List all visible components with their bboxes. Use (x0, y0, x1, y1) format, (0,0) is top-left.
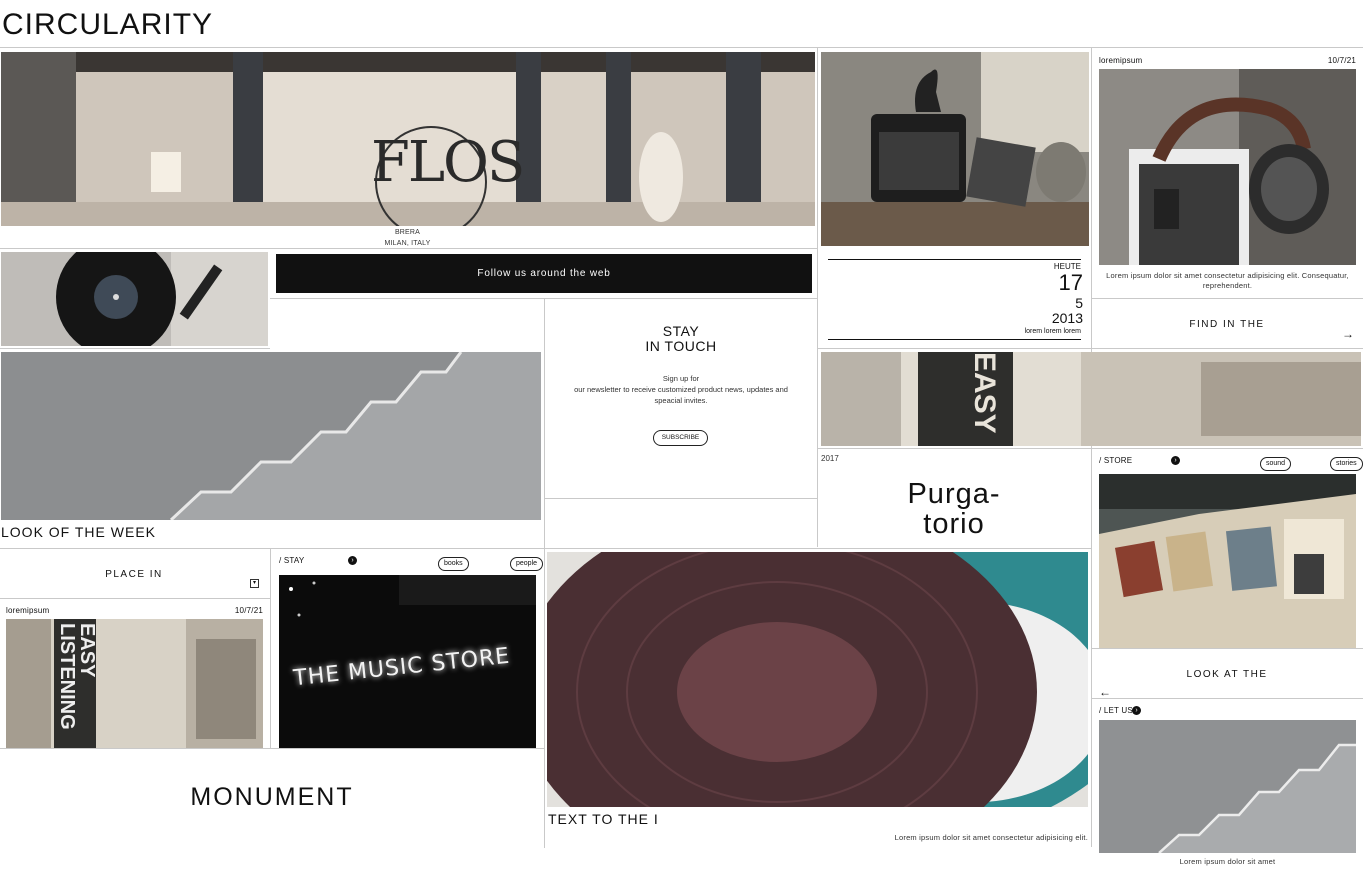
easy-listening-image[interactable]: EASY LISTENING (6, 619, 263, 748)
divider (0, 748, 544, 749)
calendar-top-rule (828, 259, 1081, 260)
easy-sign-wide: EASY (968, 352, 1001, 434)
divider (1091, 47, 1092, 847)
look-of-the-week-title[interactable]: LOOK OF THE WEEK (1, 524, 156, 540)
easy-card-date: 10/7/21 (234, 606, 263, 615)
hero-caption-city: BRERA (394, 229, 421, 236)
divider (1091, 648, 1363, 649)
divider (817, 448, 1363, 449)
calendar-year: 2013 (1051, 310, 1083, 326)
newsletter-text-2: our newsletter to receive customized pro… (574, 385, 788, 394)
newsletter-text: Sign up for (662, 374, 700, 383)
divider (1091, 298, 1363, 299)
listening-sign: LISTENING (56, 623, 78, 730)
storefront-sign: FLOS (371, 130, 525, 195)
easy-listening-wide-image[interactable]: EASY (821, 352, 1361, 446)
headphones-card-text: Lorem ipsum dolor sit amet consectetur a… (1106, 271, 1349, 280)
let-us-card-tag: / LET US (1099, 706, 1133, 715)
arrow-right-circle-icon[interactable]: › (348, 556, 357, 565)
arrow-right-icon[interactable]: → (1342, 327, 1354, 341)
arrow-right-circle-icon[interactable]: › (1171, 456, 1180, 465)
divider (544, 498, 817, 499)
divider (0, 248, 817, 249)
divider (0, 47, 1363, 48)
divider (1091, 698, 1363, 699)
divider (0, 348, 270, 349)
music-card-tag: / STAY (279, 556, 305, 565)
divider (0, 598, 270, 599)
chevron-down-box-icon[interactable]: ▾ (250, 579, 259, 588)
arrow-left-icon[interactable]: ← (1099, 685, 1111, 699)
divider (817, 47, 818, 547)
follow-us-button[interactable]: Follow us around the web (276, 254, 812, 293)
vinyl-feature-text: Lorem ipsum dolor sit amet consectetur a… (894, 833, 1088, 842)
divider (270, 548, 271, 748)
calendar-day: 17 (1058, 270, 1083, 295)
let-us-card-caption: Lorem ipsum dolor sit amet (1179, 857, 1276, 866)
newsletter-title: STAY (662, 323, 700, 339)
headphones-card-tag: loremipsum (1099, 56, 1143, 65)
store-card-tag: / STORE (1099, 456, 1133, 465)
record-store-image[interactable] (1099, 474, 1356, 648)
calendar-month: 5 (1075, 295, 1083, 311)
calendar-footer: lorem lorem lorem (1024, 328, 1081, 335)
place-in-link[interactable]: PLACE IN (0, 569, 268, 580)
calendar-bottom-rule (828, 339, 1081, 340)
divider (817, 348, 1363, 349)
headphones-card-text-2: reprehendent. (1202, 281, 1253, 290)
divider (0, 548, 1091, 549)
hero-caption-location: MILAN, ITALY (384, 240, 431, 247)
vinyl-feature-title[interactable]: TEXT TO THE I (548, 811, 659, 827)
tag-stories[interactable]: stories (1330, 457, 1363, 471)
follow-us-label: Follow us around the web (477, 268, 611, 279)
tag-people[interactable]: people (510, 557, 544, 571)
turntable-image[interactable] (1, 252, 268, 346)
look-at-link[interactable]: LOOK AT THE (1091, 669, 1363, 680)
music-store-image[interactable]: THE MUSIC STORE (279, 575, 536, 748)
subscribe-button[interactable]: SUBSCRIBE (653, 430, 708, 446)
monument-title[interactable]: MONUMENT (0, 783, 544, 812)
newsletter-text-3: speacial invites. (654, 396, 708, 405)
easy-card-tag: loremipsum (6, 606, 50, 615)
speaker-image[interactable] (821, 52, 1089, 246)
newsletter-title-2: IN TOUCH (645, 338, 717, 354)
purgatorio-title[interactable]: Purga- (818, 478, 1090, 511)
tag-sound[interactable]: sound (1260, 457, 1292, 471)
headphones-image[interactable] (1099, 69, 1356, 265)
site-title[interactable]: CIRCULARITY (2, 8, 213, 42)
purgatorio-title-2[interactable]: torio (818, 508, 1090, 541)
storefront-image[interactable]: FLOS (1, 52, 815, 226)
tag-books[interactable]: books (438, 557, 469, 571)
easy-sign: EASY (76, 623, 98, 678)
vinyl-records-image[interactable] (547, 552, 1088, 807)
find-in-link[interactable]: FIND IN THE (1091, 319, 1363, 330)
stairs-image[interactable] (1, 352, 541, 520)
stairs-small-image[interactable] (1099, 720, 1356, 853)
headphones-card-date: 10/7/21 (1327, 56, 1356, 65)
purgatorio-year: 2017 (821, 454, 839, 463)
arrow-right-circle-icon[interactable]: › (1132, 706, 1141, 715)
